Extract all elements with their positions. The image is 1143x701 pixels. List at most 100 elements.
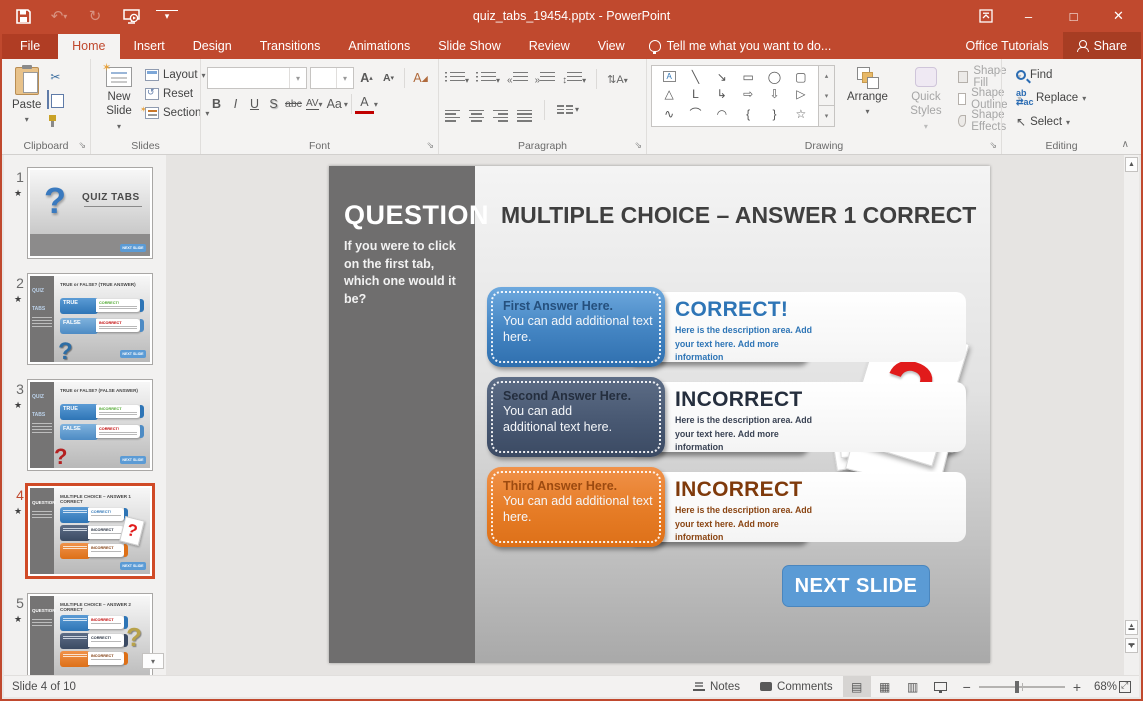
shapes-scroll-up-icon[interactable]: ▴ bbox=[819, 66, 834, 86]
shape-freeform-icon[interactable]: ▷ bbox=[788, 86, 814, 104]
close-button[interactable]: ✕ bbox=[1096, 0, 1141, 32]
shape-down-arrow-icon[interactable]: ⇩ bbox=[761, 86, 787, 104]
justify-button[interactable] bbox=[517, 98, 532, 122]
shape-elbow-arrow-icon[interactable]: ↳ bbox=[709, 86, 735, 104]
scroll-up-icon[interactable]: ▲ bbox=[1125, 157, 1138, 172]
shape-scribble-icon[interactable]: ∿ bbox=[656, 103, 682, 124]
clipboard-dialog-launcher[interactable]: ⇘ bbox=[78, 140, 86, 151]
fit-slide-to-window-icon[interactable] bbox=[1119, 681, 1131, 693]
zoom-out-icon[interactable]: − bbox=[963, 679, 971, 695]
zoom-slider[interactable] bbox=[979, 686, 1065, 688]
answer-3-panel[interactable]: INCORRECT Here is the description area. … bbox=[653, 472, 961, 542]
paragraph-dialog-launcher[interactable]: ⇘ bbox=[634, 140, 642, 151]
italic-button[interactable]: I bbox=[226, 94, 245, 114]
shape-star-icon[interactable]: ☆ bbox=[788, 103, 814, 124]
normal-view-button[interactable]: ▤ bbox=[843, 676, 871, 697]
copy-icon[interactable] bbox=[47, 91, 63, 109]
grow-font-button[interactable]: A▴ bbox=[357, 68, 376, 88]
answer-1-description[interactable]: Here is the description area. Add your t… bbox=[675, 324, 825, 365]
zoom-level[interactable]: 68% bbox=[1089, 681, 1117, 693]
answer-1-result[interactable]: CORRECT! bbox=[675, 298, 956, 322]
answer-2-description[interactable]: Here is the description area. Add your t… bbox=[675, 414, 825, 455]
collapse-ribbon-icon[interactable]: ∧ bbox=[1122, 139, 1129, 150]
clear-formatting-icon[interactable]: A◢ bbox=[411, 68, 430, 88]
drawing-dialog-launcher[interactable]: ⇘ bbox=[989, 140, 997, 151]
tab-slideshow[interactable]: Slide Show bbox=[424, 34, 515, 59]
underline-button[interactable]: U bbox=[245, 94, 264, 114]
answer-3-tab[interactable]: Third Answer Here. You can add additiona… bbox=[487, 467, 665, 547]
shapes-gallery-scrollbar[interactable]: ▴ ▾ ▾ bbox=[819, 65, 835, 127]
shape-line-icon[interactable]: ╲ bbox=[682, 68, 708, 86]
shrink-font-button[interactable]: A▾ bbox=[379, 68, 398, 88]
tab-review[interactable]: Review bbox=[515, 34, 584, 59]
shapes-gallery[interactable]: A ╲ ↘ ▭ ◯ ▢ △ L ↳ ⇨ ⇩ ▷ ∿ ⌒ ◠ bbox=[651, 65, 819, 127]
line-spacing-button[interactable]: ↕▾ bbox=[562, 72, 586, 86]
shape-rounded-rectangle-icon[interactable]: ▢ bbox=[788, 68, 814, 86]
answer-2-tab[interactable]: Second Answer Here. You can add addition… bbox=[487, 377, 665, 457]
font-name-combo[interactable]: ▾ bbox=[207, 67, 307, 89]
shape-left-brace-icon[interactable]: { bbox=[735, 103, 761, 124]
character-spacing-button[interactable]: AV▾ bbox=[304, 94, 325, 114]
tab-view[interactable]: View bbox=[584, 34, 639, 59]
new-slide-button[interactable]: New Slide▾ bbox=[95, 63, 143, 135]
answer-3-result[interactable]: INCORRECT bbox=[675, 478, 956, 502]
slide-thumbnail-3[interactable]: QUIZ TABS TRUE or FALSE? (FALSE ANSWER) … bbox=[28, 380, 152, 470]
font-size-combo[interactable]: ▾ bbox=[310, 67, 354, 89]
slide-counter[interactable]: Slide 4 of 10 bbox=[4, 681, 76, 693]
tab-file[interactable]: File bbox=[2, 34, 58, 59]
align-center-button[interactable] bbox=[469, 98, 484, 122]
slide-sorter-view-button[interactable]: ▦ bbox=[871, 676, 899, 697]
shape-rectangle-icon[interactable]: ▭ bbox=[735, 68, 761, 86]
answer-1-panel[interactable]: CORRECT! Here is the description area. A… bbox=[653, 292, 961, 362]
zoom-in-icon[interactable]: + bbox=[1073, 679, 1081, 695]
change-case-button[interactable]: Aa bbox=[325, 94, 344, 114]
previous-slide-icon[interactable]: ▲▬ bbox=[1125, 620, 1138, 635]
answer-2-panel[interactable]: INCORRECT Here is the description area. … bbox=[653, 382, 961, 452]
decrease-indent-button[interactable]: « bbox=[507, 72, 528, 86]
slideshow-view-button[interactable] bbox=[927, 676, 955, 697]
shape-triangle-icon[interactable]: △ bbox=[656, 86, 682, 104]
cut-icon[interactable]: ✂ bbox=[47, 69, 63, 85]
ribbon-display-options-icon[interactable] bbox=[966, 0, 1006, 32]
columns-button[interactable]: ▾ bbox=[557, 105, 579, 114]
question-heading[interactable]: QUESTION bbox=[344, 200, 489, 231]
bullets-button[interactable]: ▾ bbox=[445, 70, 469, 88]
select-button[interactable]: ↖Select▾ bbox=[1014, 114, 1117, 130]
shape-oval-icon[interactable]: ◯ bbox=[761, 68, 787, 86]
tell-me-box[interactable]: Tell me what you want to do... bbox=[639, 34, 842, 59]
font-dialog-launcher[interactable]: ⇘ bbox=[426, 140, 434, 151]
answer-1-tab[interactable]: First Answer Here. You can add additiona… bbox=[487, 287, 665, 367]
maximize-button[interactable]: □ bbox=[1051, 0, 1096, 32]
zoom-slider-thumb[interactable] bbox=[1015, 681, 1019, 693]
shape-right-arrow-icon[interactable]: ⇨ bbox=[735, 86, 761, 104]
find-button[interactable]: Find bbox=[1014, 68, 1117, 82]
comments-button[interactable]: Comments bbox=[750, 676, 843, 697]
quick-styles-button[interactable]: Quick Styles▾ bbox=[900, 63, 952, 135]
reading-view-button[interactable]: ▥ bbox=[899, 676, 927, 697]
arrange-button[interactable]: Arrange▾ bbox=[841, 63, 894, 120]
tab-home[interactable]: Home bbox=[58, 34, 119, 59]
shapes-scroll-down-icon[interactable]: ▾ bbox=[819, 86, 834, 106]
shape-textbox-icon[interactable]: A bbox=[663, 71, 676, 82]
align-left-button[interactable] bbox=[445, 98, 460, 122]
answer-2-result[interactable]: INCORRECT bbox=[675, 388, 956, 412]
office-tutorials-link[interactable]: Office Tutorials bbox=[952, 39, 1063, 53]
tab-insert[interactable]: Insert bbox=[120, 34, 179, 59]
share-button[interactable]: Share bbox=[1063, 32, 1141, 59]
strikethrough-button[interactable]: abc bbox=[283, 94, 304, 114]
shape-right-brace-icon[interactable]: } bbox=[761, 103, 787, 124]
answer-3-description[interactable]: Here is the description area. Add your t… bbox=[675, 504, 825, 545]
next-slide-icon[interactable]: ▬▼ bbox=[1125, 638, 1138, 653]
slide-thumbnail-4-selected[interactable]: QUESTION MULTIPLE CHOICE – ANSWER 1 CORR… bbox=[28, 486, 152, 576]
paste-button[interactable]: Paste▾ bbox=[6, 63, 47, 128]
notes-button[interactable]: Notes bbox=[683, 676, 750, 697]
tab-design[interactable]: Design bbox=[179, 34, 246, 59]
shape-arc-icon[interactable]: ⌒ bbox=[682, 103, 708, 124]
slide-thumbnail-2[interactable]: QUIZ TABS TRUE or FALSE? (TRUE ANSWER) T… bbox=[28, 274, 152, 364]
slide-thumbnail-1[interactable]: ? QUIZ TABS NEXT SLIDE bbox=[28, 168, 152, 258]
slide-editor[interactable]: QUESTION If you were to click on the fir… bbox=[329, 166, 990, 663]
slide-title[interactable]: MULTIPLE CHOICE – ANSWER 1 CORRECT bbox=[501, 202, 976, 229]
tab-transitions[interactable]: Transitions bbox=[246, 34, 335, 59]
question-sidebar[interactable]: QUESTION If you were to click on the fir… bbox=[329, 166, 475, 663]
font-color-button[interactable]: A bbox=[355, 94, 374, 114]
